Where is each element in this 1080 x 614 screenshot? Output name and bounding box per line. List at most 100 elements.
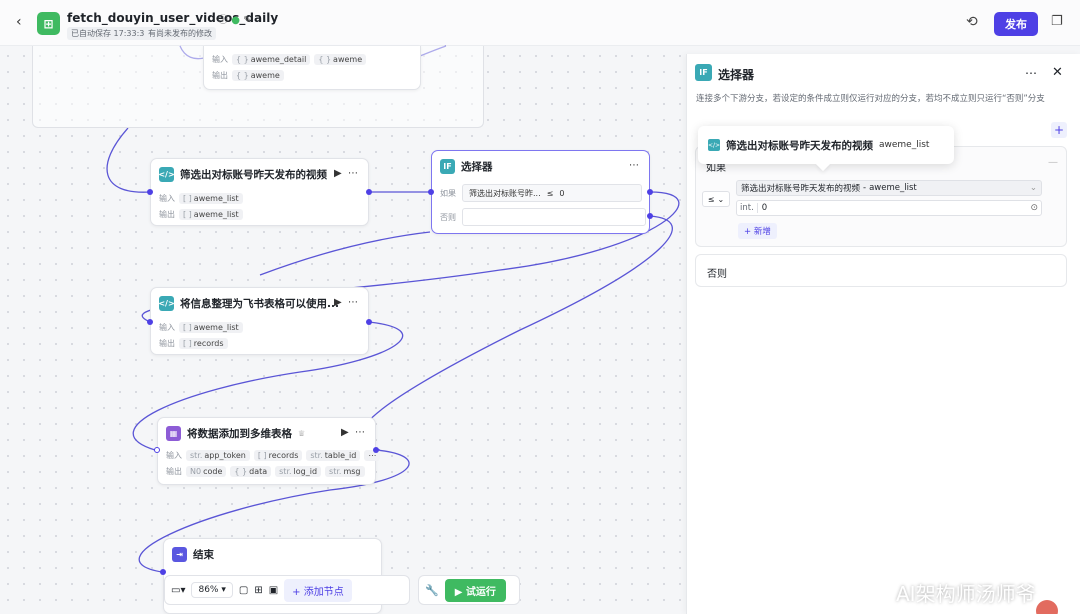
node-actions: ▶ ⋯ <box>341 427 365 438</box>
more-icon[interactable]: ⋯ <box>629 160 639 171</box>
test-run-button[interactable]: ▶ 试运行 <box>444 578 506 602</box>
add-node-button[interactable]: + 添加节点 <box>284 578 352 602</box>
chevron-down-icon: ⌄ <box>717 194 725 204</box>
if-output-port[interactable] <box>647 189 653 195</box>
node-title: 将信息整理为飞书表格可以使用... <box>180 298 339 310</box>
cond-right: 0 <box>559 188 565 198</box>
condition-left-select[interactable]: 筛选出对标账号昨天发布的视频 - aweme_list ⌄ <box>736 180 1042 196</box>
io-tag: N0 code <box>186 466 227 477</box>
io-input-label: 输入 <box>159 194 175 203</box>
node-title: 筛选出对标账号昨天发布的视频 <box>180 169 327 181</box>
io-tag: { } data <box>230 466 272 477</box>
edge-else-to-end <box>358 215 673 451</box>
more-icon[interactable]: ⋯ <box>1025 66 1037 80</box>
io-input-label: 输入 <box>166 451 182 460</box>
input-port[interactable] <box>428 189 434 195</box>
table-icon: ▦ <box>166 426 181 441</box>
io-tag: [ ] aweme_list <box>179 193 243 204</box>
selector-else-box[interactable] <box>462 208 646 226</box>
panel-title[interactable]: 选择器 <box>718 66 754 83</box>
debug-icon[interactable]: 🔧 <box>425 584 439 597</box>
node-io-output: 输出 { } aweme <box>212 70 284 81</box>
edge-group-to-filter <box>106 127 151 193</box>
condition-right-input[interactable]: int. 0 ⊙ <box>736 200 1042 216</box>
code-icon: </> <box>158 296 175 311</box>
add-branch-button[interactable]: + <box>1051 122 1067 138</box>
input-port[interactable] <box>160 569 166 575</box>
minimap-icon[interactable]: ▭▾ <box>171 585 185 596</box>
io-tag: str. log_id <box>275 466 322 477</box>
more-icon[interactable]: ⋯ <box>348 297 358 308</box>
operator-select[interactable]: ≤ ⌄ <box>702 191 730 207</box>
io-input-label: 输入 <box>212 55 228 64</box>
node-io-input: 输入 { } aweme_detail { } aweme <box>212 54 367 65</box>
input-port[interactable] <box>154 447 160 453</box>
node-io-input: 输入 [ ] aweme_list <box>159 322 243 333</box>
add-condition-button[interactable]: + 新增 <box>738 223 777 239</box>
run-node-icon[interactable]: ▶ <box>334 168 342 179</box>
node-header: </> 将信息整理为飞书表格可以使用... <box>158 296 339 311</box>
node-title: 选择器 <box>461 161 493 173</box>
node-organize-records[interactable]: </> 将信息整理为飞书表格可以使用... ▶ ⋯ 输入 [ ] aweme_li… <box>150 287 369 355</box>
run-node-icon[interactable]: ▶ <box>341 427 349 438</box>
canvas-toolbar: ▭▾ 86% ▾ ▢ ⊞ ▣ + 添加节点 <box>164 575 410 605</box>
cond-left-sep: - <box>863 183 867 193</box>
run-node-icon[interactable]: ▶ <box>334 297 342 308</box>
run-toolbar: 🔧 ▶ 试运行 <box>418 575 520 605</box>
else-output-port[interactable] <box>647 213 653 219</box>
node-io-output: 输出 [ ] aweme_list <box>159 209 243 220</box>
io-output-label: 输出 <box>166 467 182 476</box>
node-io-output: 输出 [ ] records <box>159 338 228 349</box>
output-port[interactable] <box>373 447 379 453</box>
node-actions: ▶ ⋯ <box>334 168 358 179</box>
node-top-partial[interactable]: 输入 { } aweme_detail { } aweme 输出 { } aweme <box>203 46 421 90</box>
if-icon: IF <box>440 159 455 174</box>
tooltip-var: aweme_list <box>879 140 930 150</box>
selector-if-row: 如果 筛选出对标账号昨... ≤ 0 <box>440 184 642 202</box>
code-icon: </> <box>158 167 175 182</box>
image-icon[interactable]: ▣ <box>269 585 278 596</box>
node-filter-videos[interactable]: </> 筛选出对标账号昨天发布的视频 ▶ ⋯ 输入 [ ] aweme_list … <box>150 158 369 226</box>
chevron-down-icon: ⌄ <box>1029 183 1037 193</box>
more-icon[interactable]: ⋯ <box>355 427 365 438</box>
plugin-icon: ♕ <box>298 429 306 438</box>
io-tag: [ ] aweme_list <box>179 209 243 220</box>
input-port[interactable] <box>147 319 153 325</box>
node-actions: ▶ ⋯ <box>334 297 358 308</box>
io-tag: { } aweme <box>314 54 367 65</box>
cond-left-node: 筛选出对标账号昨天发布的视频 <box>741 184 861 194</box>
io-output-label: 输出 <box>159 210 175 219</box>
else-branch-card: 否则 <box>695 254 1067 287</box>
comment-icon[interactable]: ▢ <box>239 585 248 596</box>
code-icon: </> <box>708 139 720 151</box>
else-label: 否则 <box>707 269 727 280</box>
node-header: ⇥ 结束 <box>172 547 214 562</box>
io-tag: [ ] records <box>179 338 228 349</box>
io-tag: [ ] records <box>253 450 303 461</box>
variable-ref-icon[interactable]: ⊙ <box>1030 203 1038 213</box>
remove-branch-icon[interactable]: — <box>1048 157 1058 168</box>
selector-condition[interactable]: 筛选出对标账号昨... ≤ 0 <box>462 184 642 202</box>
zoom-select[interactable]: 86% ▾ <box>191 582 233 598</box>
node-header: </> 筛选出对标账号昨天发布的视频 <box>158 167 327 182</box>
io-tag: str. msg <box>325 466 365 477</box>
io-tag: { } aweme_detail <box>232 54 311 65</box>
node-io-input: 输入 [ ] aweme_list <box>159 193 243 204</box>
io-output-label: 输出 <box>212 71 228 80</box>
node-io-input: 输入 str. app_token [ ] records str. table_id… <box>166 450 381 461</box>
value-type: int. <box>740 203 758 213</box>
cond-left-var: aweme_list <box>869 183 917 193</box>
if-icon: IF <box>695 64 712 81</box>
close-icon[interactable]: ✕ <box>1052 65 1063 80</box>
input-port[interactable] <box>147 189 153 195</box>
node-add-to-bitable[interactable]: ▦ 将数据添加到多维表格 ♕ ▶ ⋯ 输入 str. app_token [ ] r… <box>157 417 381 485</box>
output-port[interactable] <box>366 189 372 195</box>
node-actions: ⋯ <box>629 160 639 171</box>
watermark-text: AI架构师汤师爷 <box>896 582 1036 606</box>
node-selector[interactable]: IF 选择器 ⋯ 如果 筛选出对标账号昨... ≤ 0 否则 <box>431 150 650 234</box>
selector-else-row: 否则 <box>440 208 646 226</box>
more-icon[interactable]: ⋯ <box>348 168 358 179</box>
grid-layout-icon[interactable]: ⊞ <box>254 585 262 596</box>
output-port[interactable] <box>366 319 372 325</box>
node-header: IF 选择器 <box>440 159 493 174</box>
